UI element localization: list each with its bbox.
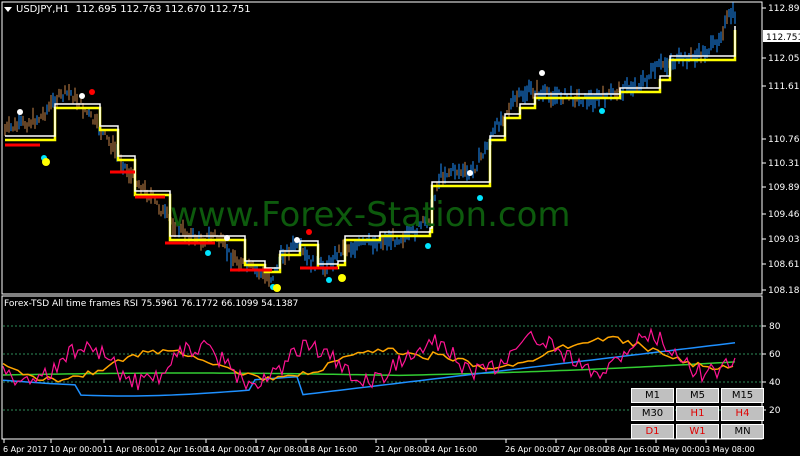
signal-dot [42, 158, 50, 166]
time-label: 6 Apr 2017 [3, 445, 47, 454]
rsi-line-magenta [2, 327, 736, 391]
rsi-line-green [2, 361, 736, 377]
time-label: 18 Apr 16:00 [305, 445, 357, 454]
time-label: 3 May 08:00 [705, 445, 755, 454]
price-tick-label: 109.465 [768, 210, 800, 220]
price-tick-label: 108.185 [768, 286, 800, 296]
signal-dot [326, 277, 332, 283]
signal-dot [425, 243, 431, 249]
price-bars [4, 2, 736, 287]
timeframe-grid: M1 M5 M15 M30 H1 H4 D1 W1 MN [631, 388, 766, 439]
symbol-label: USDJPY,H1 [16, 4, 70, 15]
price-tick-label: 109.895 [768, 183, 800, 193]
price-tick-label: 110.765 [768, 135, 800, 145]
time-label: 21 Apr 08:00 [375, 445, 427, 454]
ohlc-values: 112.695 112.763 112.670 112.751 [75, 4, 251, 15]
time-label: 2 May 00:00 [655, 445, 705, 454]
time-label: 26 Apr 00:00 [505, 445, 557, 454]
current-price-marker: 112.751 [763, 30, 800, 43]
time-label: 12 Apr 16:00 [155, 445, 207, 454]
price-tick-label: 112.055 [768, 54, 800, 64]
price-axis: 112.895 112.751 112.055 111.615 110.765 110.3… [762, 4, 800, 296]
signal-dot [79, 93, 85, 99]
chart-header: USDJPY,H1 112.695 112.763 112.670 112.75… [4, 4, 251, 15]
time-label: 28 Apr 16:00 [605, 445, 657, 454]
watermark: www.Forex-Station.com [170, 195, 571, 235]
price-tick-label: 108.615 [768, 260, 800, 270]
timeframe-button-mn[interactable]: MN [721, 424, 764, 439]
time-axis: 6 Apr 2017 10 Apr 00:00 11 Apr 08:00 12 Apr… [3, 439, 755, 454]
timeframe-button-h4[interactable]: H4 [721, 406, 764, 421]
timeframe-button-w1[interactable]: W1 [676, 424, 719, 439]
price-tick-label: 110.315 [768, 159, 800, 169]
rsi-tick-label: 80 [769, 322, 781, 332]
rsi-tick-label: 40 [769, 378, 781, 388]
timeframe-button-d1[interactable]: D1 [631, 424, 674, 439]
time-label: 14 Apr 00:00 [205, 445, 257, 454]
signal-dot [599, 108, 605, 114]
timeframe-button-m15[interactable]: M15 [721, 388, 764, 403]
time-label: 17 Apr 08:00 [255, 445, 307, 454]
time-label: 10 Apr 00:00 [50, 445, 102, 454]
timeframe-button-m1[interactable]: M1 [631, 388, 674, 403]
time-label: 27 Apr 08:00 [555, 445, 607, 454]
signal-dot [294, 237, 300, 243]
signal-dot [224, 235, 230, 241]
time-label: 11 Apr 08:00 [103, 445, 155, 454]
signal-dot [338, 274, 346, 282]
signal-dot [17, 109, 23, 115]
price-tick-label: 111.615 [768, 82, 800, 92]
rsi-lines [2, 327, 736, 397]
signal-dot [89, 89, 95, 95]
timeframe-button-m5[interactable]: M5 [676, 388, 719, 403]
signal-dot [205, 250, 211, 256]
timeframe-button-m30[interactable]: M30 [631, 406, 674, 421]
signal-dot [273, 284, 281, 292]
price-tick-label: 109.035 [768, 235, 800, 245]
current-price-label: 112.751 [766, 33, 800, 43]
rsi-tick-label: 20 [769, 406, 781, 416]
rsi-tick-label: 60 [769, 350, 781, 360]
timeframe-button-h1[interactable]: H1 [676, 406, 719, 421]
signal-dot [467, 170, 473, 176]
signal-dot [539, 70, 545, 76]
price-panel [1, 1, 763, 295]
indicator-title: Forex-TSD All time frames RSI 75.5961 76… [4, 299, 299, 309]
price-tick-label: 112.895 [768, 4, 800, 14]
time-label: 24 Apr 16:00 [425, 445, 477, 454]
dropdown-triangle-icon[interactable] [4, 6, 12, 12]
